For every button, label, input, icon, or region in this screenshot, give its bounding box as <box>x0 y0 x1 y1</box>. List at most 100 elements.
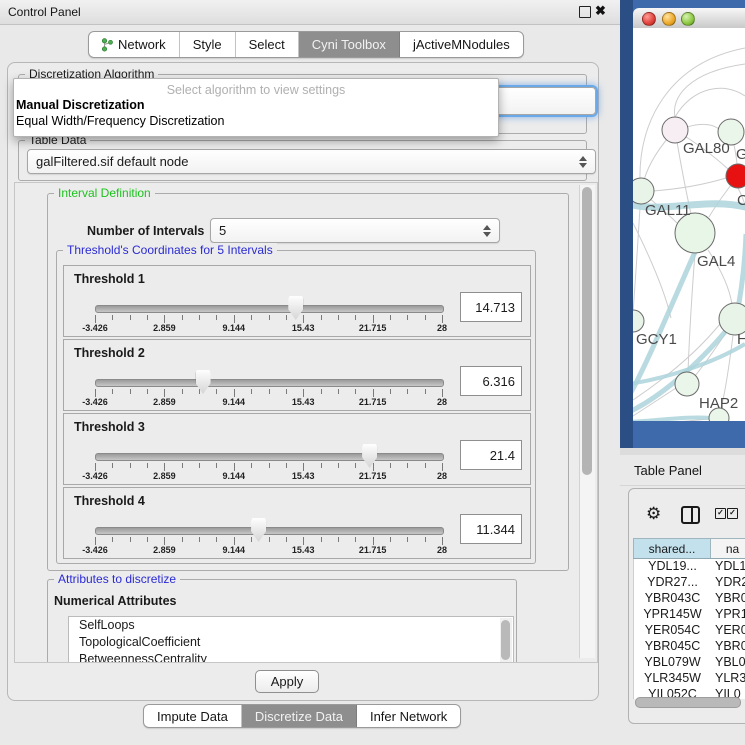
combobox-stepper-icon <box>483 225 492 237</box>
slider-track[interactable] <box>95 453 444 461</box>
network-edge <box>640 48 745 178</box>
threshold-panel-3: Threshold 3-3.4262.8599.14415.4321.71528… <box>63 413 531 485</box>
threshold-label: Threshold 4 <box>74 494 145 508</box>
attribute-list-item[interactable]: TopologicalCoefficient <box>69 634 513 651</box>
table-row[interactable]: YDL19...YDL1 <box>634 559 745 575</box>
network-node[interactable] <box>675 213 715 253</box>
float-window-icon[interactable] <box>579 6 591 18</box>
table-data-combobox[interactable]: galFiltered.sif default node <box>27 149 596 174</box>
apply-button[interactable]: Apply <box>255 670 319 693</box>
tab-impute-data[interactable]: Impute Data <box>144 705 242 727</box>
split-columns-icon[interactable] <box>681 506 700 524</box>
slider-thumb[interactable] <box>196 370 211 394</box>
attribute-list-item[interactable]: BetweennessCentrality <box>69 651 513 663</box>
network-node[interactable] <box>633 178 654 204</box>
threshold-slider[interactable]: -3.4262.8599.14415.4321.71528 <box>90 368 456 408</box>
slider-tick <box>269 315 270 320</box>
threshold-value-field[interactable]: 11.344 <box>460 514 522 544</box>
zoom-traffic-light-icon[interactable] <box>681 12 695 26</box>
column-header-shared-name[interactable]: shared... <box>634 539 711 558</box>
threshold-slider[interactable]: -3.4262.8599.14415.4321.71528 <box>90 294 456 334</box>
slider-tick <box>425 463 426 468</box>
slider-tick <box>338 537 339 542</box>
select-all-columns-icon[interactable]: ✓ <box>727 508 738 519</box>
slider-track[interactable] <box>95 379 444 387</box>
table-row[interactable]: YBR045CYBR0 <box>634 639 745 655</box>
column-header-name[interactable]: na <box>711 539 745 558</box>
table-row[interactable]: YPR145WYPR1 <box>634 607 745 623</box>
slider-tick <box>95 463 96 471</box>
number-of-intervals-combobox[interactable]: 5 <box>210 218 500 243</box>
algorithm-option-equal-width[interactable]: Equal Width/Frequency Discretization <box>14 113 498 129</box>
network-node[interactable] <box>675 372 699 396</box>
attributes-scrollbar[interactable] <box>500 618 512 663</box>
slider-thumb[interactable] <box>288 296 303 320</box>
threshold-value-field[interactable]: 21.4 <box>460 440 522 470</box>
table-row[interactable]: YLR345WYLR3 <box>634 671 745 687</box>
bottom-tab-bar: Impute DataDiscretize DataInfer Network <box>143 704 461 728</box>
name-cell: YBR0 <box>711 591 745 607</box>
settings-scrollbar[interactable] <box>579 185 595 658</box>
tab-select[interactable]: Select <box>236 32 299 57</box>
tab-label: jActiveMNodules <box>413 37 510 52</box>
shared-name-cell: YER054C <box>634 623 711 639</box>
close-traffic-light-icon[interactable] <box>642 12 656 26</box>
slider-tick <box>234 389 235 397</box>
slider-tick <box>286 315 287 320</box>
slider-tick <box>147 389 148 394</box>
slider-tick <box>130 315 131 320</box>
slider-tick <box>407 463 408 468</box>
tab-infer-network[interactable]: Infer Network <box>357 705 460 727</box>
table-data-group: Table Data galFiltered.sif default node <box>18 140 587 181</box>
attributes-scrollbar-thumb[interactable] <box>501 620 510 660</box>
table-row[interactable]: YBR043CYBR0 <box>634 591 745 607</box>
shared-name-cell: YBR043C <box>634 591 711 607</box>
network-node[interactable] <box>633 310 644 332</box>
slider-track[interactable] <box>95 527 444 535</box>
threshold-slider[interactable]: -3.4262.8599.14415.4321.71528 <box>90 516 456 556</box>
tab-discretize-data[interactable]: Discretize Data <box>242 705 357 727</box>
slider-tick-label: 15.43 <box>292 471 315 481</box>
network-view-canvas[interactable]: GAL80GACGAL11GAL4GCY1HHAP2 <box>633 28 745 421</box>
numerical-attributes-list[interactable]: SelfLoopsTopologicalCoefficientBetweenne… <box>68 616 514 663</box>
table-row[interactable]: YBL079WYBL0 <box>634 655 745 671</box>
network-node[interactable] <box>726 164 745 188</box>
thresholds-group: Threshold's Coordinates for 5 Intervals … <box>56 250 536 564</box>
slider-tick-label: 2.859 <box>153 471 176 481</box>
slider-thumb[interactable] <box>251 518 266 542</box>
shared-name-cell: YBR045C <box>634 639 711 655</box>
slider-track[interactable] <box>95 305 444 313</box>
threshold-value-field[interactable]: 14.713 <box>460 292 522 322</box>
tab-network[interactable]: Network <box>89 32 180 57</box>
slider-tick-label: -3.426 <box>82 397 108 407</box>
threshold-slider[interactable]: -3.4262.8599.14415.4321.71528 <box>90 442 456 482</box>
slider-tick <box>373 389 374 397</box>
minimize-traffic-light-icon[interactable] <box>662 12 676 26</box>
slider-tick <box>130 537 131 542</box>
name-cell: YPR1 <box>711 607 745 623</box>
slider-tick <box>321 537 322 542</box>
slider-tick <box>251 389 252 394</box>
slider-thumb[interactable] <box>362 444 377 468</box>
algorithm-option-manual[interactable]: Manual Discretization <box>14 97 498 113</box>
slider-tick <box>373 537 374 545</box>
attribute-list-item[interactable]: SelfLoops <box>69 617 513 634</box>
tab-jactivemnodules[interactable]: jActiveMNodules <box>400 32 523 57</box>
tab-style[interactable]: Style <box>180 32 236 57</box>
tab-cyni-toolbox[interactable]: Cyni Toolbox <box>299 32 400 57</box>
slider-tick <box>373 315 374 323</box>
slider-tick <box>95 389 96 397</box>
table-horizontal-scrollbar-thumb[interactable] <box>635 697 741 708</box>
network-window-titlebar[interactable] <box>633 8 745 29</box>
slider-tick <box>182 463 183 468</box>
table-row[interactable]: YDR27...YDR2 <box>634 575 745 591</box>
network-icon <box>102 38 113 52</box>
table-row[interactable]: YER054CYER0 <box>634 623 745 639</box>
settings-scrollbar-thumb[interactable] <box>582 187 592 475</box>
table-settings-gear-icon[interactable]: ⚙ <box>646 505 661 522</box>
close-icon[interactable]: ✖ <box>595 3 606 19</box>
slider-tick-label: 2.859 <box>153 545 176 555</box>
table-horizontal-scrollbar[interactable] <box>635 697 745 706</box>
select-columns-icon[interactable]: ✓ <box>715 508 726 519</box>
threshold-value-field[interactable]: 6.316 <box>460 366 522 396</box>
